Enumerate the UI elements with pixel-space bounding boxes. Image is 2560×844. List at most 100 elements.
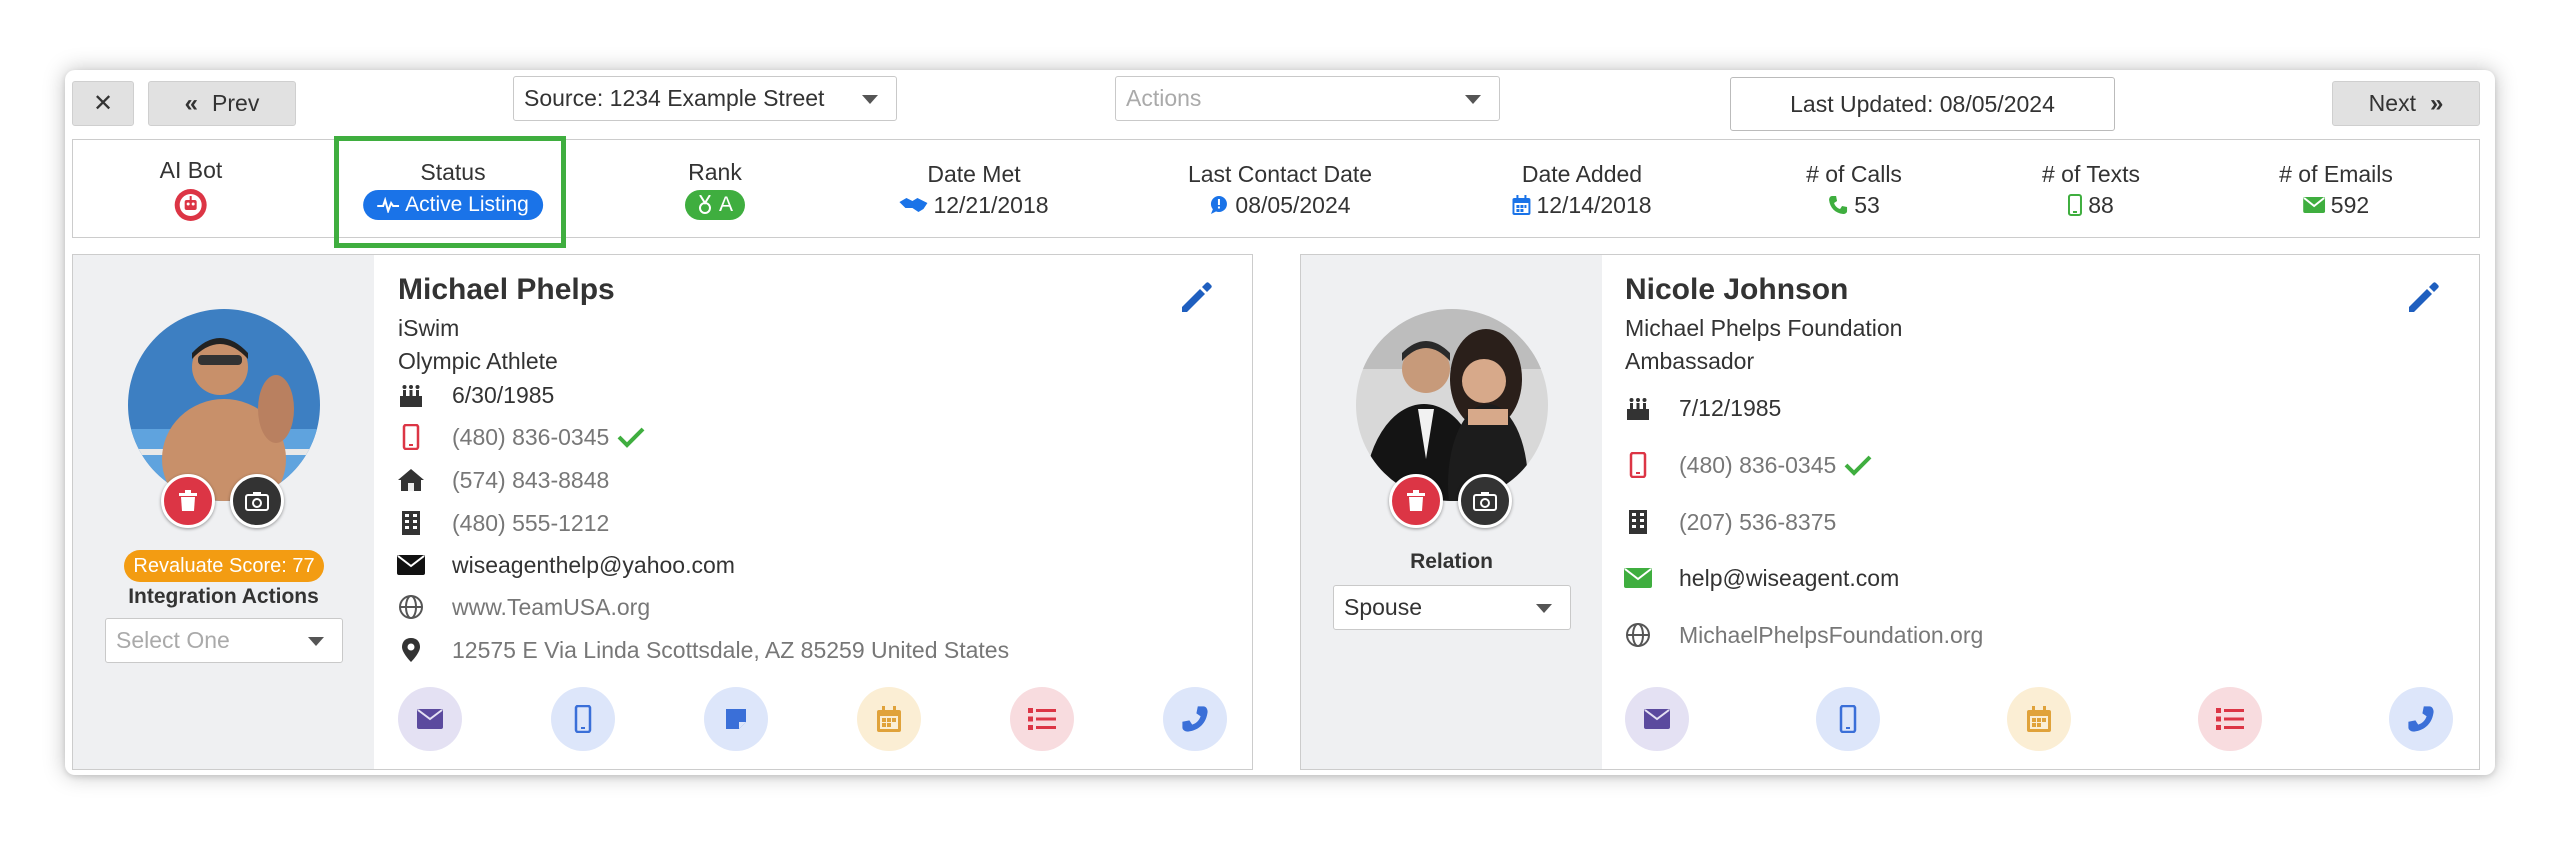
home-icon (396, 465, 426, 495)
email-value[interactable]: help@wiseagent.com (1679, 565, 1899, 592)
mobile-row: (480) 836-0345 (1623, 450, 1872, 480)
website-value[interactable]: MichaelPhelpsFoundation.org (1679, 622, 1983, 649)
contact-name: Michael Phelps (398, 273, 615, 306)
stat-label: # of Emails (2279, 160, 2393, 187)
source-select[interactable]: Source: 1234 Example Street (513, 76, 897, 121)
last-updated-text: Last Updated: 08/05/2024 (1790, 90, 2055, 117)
globe-icon (1623, 620, 1653, 650)
next-button[interactable]: Next » (2332, 81, 2480, 126)
emails-value: 592 (2330, 191, 2370, 218)
tasks-action-button[interactable] (1010, 687, 1074, 751)
checkmark-icon (617, 427, 645, 448)
mobile-row: (480) 836-0345 (396, 422, 645, 452)
birthday-value: 6/30/1985 (452, 381, 555, 408)
birthday-row: 6/30/1985 (396, 380, 554, 410)
call-action-button[interactable] (1163, 687, 1227, 751)
pencil-icon[interactable] (1178, 279, 1214, 315)
envelope-icon (1623, 563, 1653, 593)
texts-value: 88 (2088, 191, 2114, 218)
revaluate-score-badge[interactable]: Revaluate Score: 77 (124, 550, 324, 582)
comment-icon (1211, 196, 1228, 214)
camera-icon (245, 492, 269, 511)
chevron-down-icon (308, 637, 324, 646)
mobile-value[interactable]: (480) 836-0345 (1679, 452, 1836, 479)
stat-label: # of Texts (2041, 160, 2141, 187)
text-action-button[interactable] (1816, 687, 1880, 751)
rank-badge[interactable]: A (684, 190, 746, 220)
stat-label: Rank (688, 159, 742, 185)
stat-label: Date Added (1521, 160, 1643, 187)
phone-icon (1829, 196, 1848, 214)
calendar-action-button[interactable] (2007, 687, 2071, 751)
relation-select[interactable]: Spouse (1333, 585, 1571, 630)
calendar-icon (2027, 706, 2051, 732)
change-photo-button[interactable] (230, 474, 284, 528)
rank-badge-label: A (718, 193, 734, 216)
mobile-icon (2068, 194, 2083, 216)
mobile-icon (396, 422, 426, 452)
list-icon (1028, 708, 1056, 730)
contact-company: iSwim (398, 315, 460, 341)
envelope-icon (417, 709, 443, 729)
integration-actions-placeholder: Select One (116, 627, 230, 653)
address-value[interactable]: 12575 E Via Linda Scottsdale, AZ 85259 U… (452, 637, 1009, 664)
email-action-button[interactable] (398, 687, 462, 751)
trash-icon (1407, 490, 1425, 511)
calendar-icon (877, 706, 901, 732)
mobile-value[interactable]: (480) 836-0345 (452, 424, 609, 451)
stat-label: Date Met (927, 160, 1021, 187)
integration-actions-select[interactable]: Select One (105, 618, 343, 663)
contact-title: Ambassador (1625, 348, 1755, 374)
last-updated: Last Updated: 08/05/2024 (1730, 77, 2115, 131)
date-added-value: 12/14/2018 (1536, 191, 1652, 218)
relation-label: Relation (1410, 550, 1493, 573)
email-action-button[interactable] (1625, 687, 1689, 751)
stat-texts: # of Texts 88 (2042, 140, 2140, 239)
phone-icon (2408, 706, 2434, 732)
website-value[interactable]: www.TeamUSA.org (452, 594, 650, 621)
change-photo-button[interactable] (1458, 474, 1512, 528)
prev-button[interactable]: « Prev (148, 81, 296, 126)
actions-select[interactable]: Actions (1115, 76, 1500, 121)
home-phone-row: (574) 843-8848 (396, 465, 609, 495)
stat-date-added: Date Added 12/14/2018 (1512, 140, 1652, 239)
globe-icon (396, 592, 426, 622)
call-action-button[interactable] (2389, 687, 2453, 751)
handshake-icon (899, 198, 928, 212)
envelope-icon (396, 550, 426, 580)
birthday-cake-icon (396, 380, 426, 410)
email-row: wiseagenthelp@yahoo.com (396, 550, 735, 580)
mobile-icon (1623, 450, 1653, 480)
home-phone-value[interactable]: (574) 843-8848 (452, 467, 609, 494)
delete-photo-button[interactable] (1389, 474, 1443, 528)
mobile-icon (574, 705, 592, 733)
stat-label: AI Bot (159, 157, 223, 183)
building-icon (396, 508, 426, 538)
close-button[interactable]: ✕ (72, 81, 134, 126)
email-row: help@wiseagent.com (1623, 563, 1899, 593)
checkmark-icon (1844, 455, 1872, 476)
pencil-icon[interactable] (2405, 279, 2441, 315)
tasks-action-button[interactable] (2198, 687, 2262, 751)
double-chevron-right-icon: » (2429, 89, 2444, 117)
camera-icon (1473, 492, 1497, 511)
envelope-icon (2302, 197, 2325, 213)
status-badge[interactable]: Active Listing (363, 190, 543, 220)
calendar-action-button[interactable] (857, 687, 921, 751)
email-value[interactable]: wiseagenthelp@yahoo.com (452, 552, 735, 579)
avatar (1356, 309, 1548, 501)
work-phone-value[interactable]: (207) 536-8375 (1679, 509, 1836, 536)
note-action-button[interactable] (704, 687, 768, 751)
relation-select-value: Spouse (1344, 594, 1423, 620)
revaluate-score-text: Revaluate Score: 77 (133, 554, 315, 577)
stat-status: Status Active Listing (363, 140, 543, 239)
work-phone-value[interactable]: (480) 555-1212 (452, 510, 609, 537)
address-row: 12575 E Via Linda Scottsdale, AZ 85259 U… (396, 635, 1009, 665)
prev-label: Prev (212, 90, 260, 116)
text-action-button[interactable] (551, 687, 615, 751)
robot-icon[interactable] (174, 188, 208, 222)
phone-icon (1182, 706, 1208, 732)
stat-rank: Rank A (684, 140, 746, 239)
delete-photo-button[interactable] (161, 474, 215, 528)
map-marker-icon (396, 635, 426, 665)
